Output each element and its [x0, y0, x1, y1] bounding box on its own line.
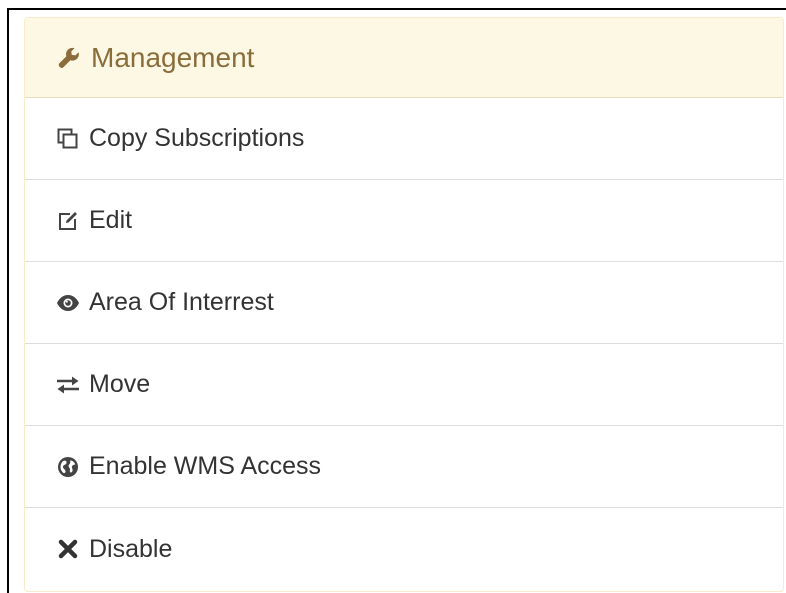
menu-item-label: Area Of Interrest	[89, 288, 274, 316]
eye-icon	[55, 290, 81, 316]
menu-item-area-of-interrest[interactable]: Area Of Interrest	[25, 262, 783, 344]
menu-item-move[interactable]: Move	[25, 344, 783, 426]
menu-item-label: Disable	[89, 534, 173, 563]
edit-icon	[55, 208, 81, 234]
menu-item-label: Copy Subscriptions	[89, 124, 305, 152]
menu-item-enable-wms-access[interactable]: Enable WMS Access	[25, 426, 783, 508]
globe-icon	[55, 454, 81, 480]
wrench-icon	[55, 44, 83, 72]
panel-title: Management	[91, 41, 255, 73]
panel-heading: Management	[25, 18, 783, 98]
menu-item-edit[interactable]: Edit	[25, 180, 783, 262]
management-menu: Copy Subscriptions Edit Area Of Interres…	[25, 98, 783, 590]
menu-item-label: Move	[89, 370, 151, 398]
menu-item-label: Edit	[89, 206, 133, 234]
remove-icon	[55, 536, 81, 562]
copy-icon	[55, 126, 81, 152]
menu-item-label: Enable WMS Access	[89, 452, 322, 480]
menu-item-copy-subscriptions[interactable]: Copy Subscriptions	[25, 98, 783, 180]
transfer-icon	[55, 372, 81, 398]
management-panel: Management Copy Subscriptions Edit Area …	[24, 17, 784, 592]
menu-item-disable[interactable]: Disable	[25, 508, 783, 590]
